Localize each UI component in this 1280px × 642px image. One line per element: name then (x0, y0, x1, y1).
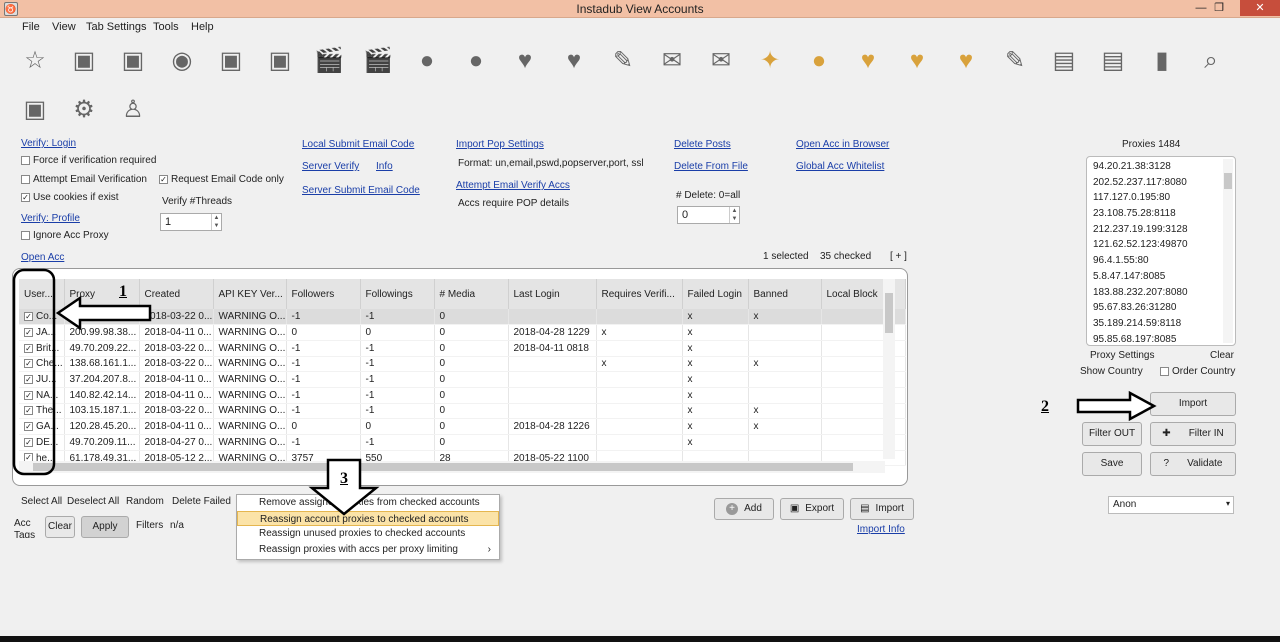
arrow-right-icon (1076, 390, 1157, 422)
annotation-number: 2 (1041, 398, 1049, 415)
highlight-box (12, 268, 56, 476)
annotation-number: 3 (340, 470, 348, 487)
taskbar-edge (0, 636, 1280, 642)
annotation-number: 1 (119, 283, 127, 300)
arrow-left-icon (55, 295, 152, 331)
annotation-overlay (12, 268, 1157, 516)
